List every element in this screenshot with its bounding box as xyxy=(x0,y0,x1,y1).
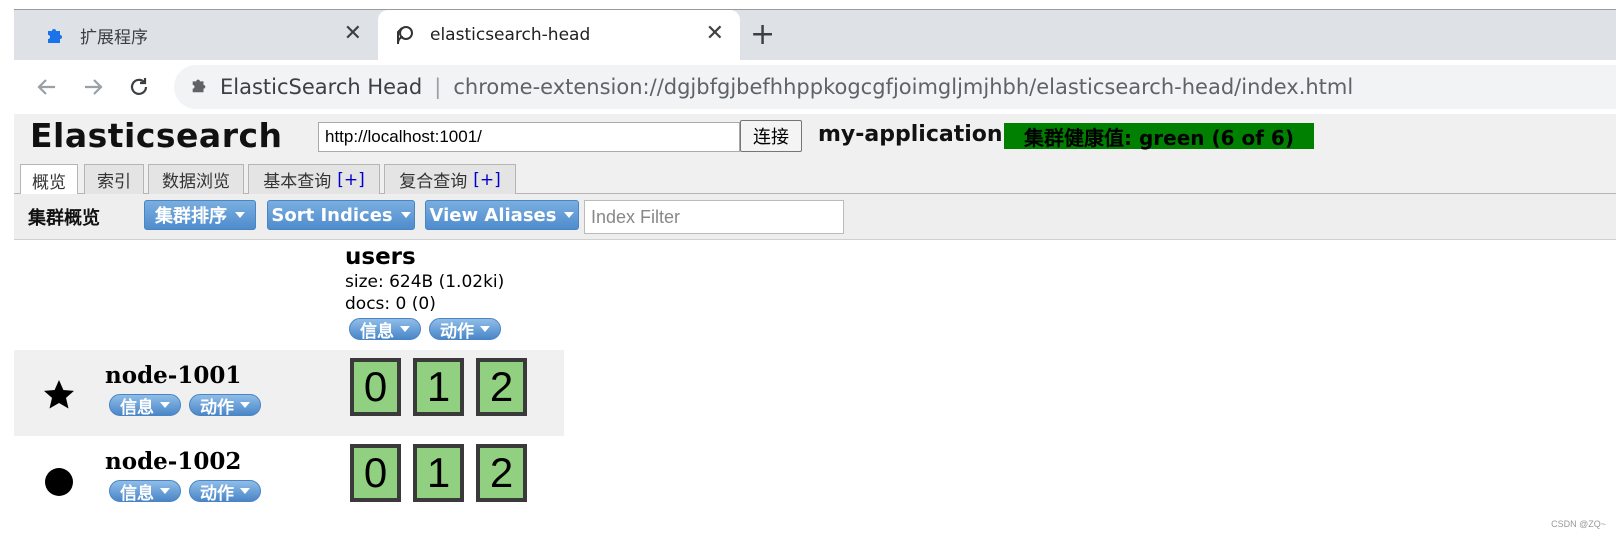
es-header: Elasticsearch 连接 my-application 集群健康值: g… xyxy=(14,114,1616,162)
shard[interactable]: 1 xyxy=(413,444,464,502)
back-arrow-icon[interactable] xyxy=(32,72,62,102)
button-label: 信息 xyxy=(360,321,394,342)
puzzle-icon xyxy=(44,24,66,46)
tab-plus: [+] xyxy=(337,169,365,190)
new-tab-icon[interactable]: + xyxy=(750,20,775,50)
shard-group: 0 1 2 xyxy=(350,444,527,502)
caret-down-icon xyxy=(564,212,575,218)
tab-label: 基本查询 xyxy=(263,172,332,192)
address-bar[interactable]: ElasticSearch Head | chrome-extension://… xyxy=(174,65,1616,109)
shard[interactable]: 0 xyxy=(350,444,401,502)
button-label: 信息 xyxy=(120,483,154,504)
tab-title: elasticsearch-head xyxy=(430,25,591,45)
browser-toolbar: ElasticSearch Head | chrome-extension://… xyxy=(14,60,1616,114)
sort-indices-button[interactable]: Sort Indices xyxy=(267,200,415,230)
browser-tab-elasticsearch-head[interactable]: elasticsearch-head ✕ xyxy=(378,10,740,60)
watermark: CSDN @ZQ~ xyxy=(1551,519,1606,529)
tab-overview[interactable]: 概览 xyxy=(20,164,78,195)
tab-data-browser[interactable]: 数据浏览 xyxy=(148,164,244,194)
index-info-button[interactable]: 信息 xyxy=(349,318,421,342)
server-url-input[interactable] xyxy=(318,122,740,152)
tab-label: 索引 xyxy=(97,172,131,192)
node-action-button[interactable]: 动作 xyxy=(189,480,261,504)
shard[interactable]: 2 xyxy=(476,358,527,416)
tab-plus: [+] xyxy=(473,169,501,190)
node-info-button[interactable]: 信息 xyxy=(109,394,181,418)
tab-label: 复合查询 xyxy=(399,172,468,192)
elasticsearch-head-icon xyxy=(394,24,416,46)
site-name: ElasticSearch Head xyxy=(220,75,423,99)
caret-down-icon xyxy=(480,326,490,332)
star-icon xyxy=(42,378,76,412)
overview-title: 集群概览 xyxy=(28,208,100,229)
button-label: 动作 xyxy=(200,483,234,504)
tab-indices[interactable]: 索引 xyxy=(84,164,144,194)
tab-label: 数据浏览 xyxy=(162,172,230,192)
tab-basic-query[interactable]: 基本查询 [+] xyxy=(248,164,380,194)
cluster-name: my-application xyxy=(818,122,1003,147)
browser-tab-extensions[interactable]: 扩展程序 ✕ xyxy=(14,10,378,60)
cluster-sort-button[interactable]: 集群排序 xyxy=(144,200,256,230)
close-icon[interactable]: ✕ xyxy=(344,23,362,45)
shard[interactable]: 1 xyxy=(413,358,464,416)
node-info-button[interactable]: 信息 xyxy=(109,480,181,504)
index-size: size: 624B (1.02ki) xyxy=(345,272,505,292)
tab-label: 概览 xyxy=(32,172,66,193)
caret-down-icon xyxy=(160,402,170,408)
node-name: node-1001 xyxy=(105,362,242,389)
button-label: 集群排序 xyxy=(155,206,227,227)
overview-toolbar: 集群概览 集群排序 Sort Indices View Aliases xyxy=(14,194,1616,240)
circle-icon xyxy=(42,464,76,498)
caret-down-icon xyxy=(235,212,245,218)
window-top-edge xyxy=(14,0,1616,10)
button-label: 信息 xyxy=(120,397,154,418)
close-icon[interactable]: ✕ xyxy=(706,23,724,45)
reload-icon[interactable] xyxy=(124,72,154,102)
caret-down-icon xyxy=(400,326,410,332)
url-text: chrome-extension://dgjbfgjbefhhppkogcgfj… xyxy=(453,75,1354,99)
index-filter-input[interactable] xyxy=(584,200,844,234)
shard[interactable]: 2 xyxy=(476,444,527,502)
button-label: Sort Indices xyxy=(271,204,393,226)
caret-down-icon xyxy=(240,488,250,494)
cluster-health-badge: 集群健康值: green (6 of 6) xyxy=(1004,123,1314,150)
extension-icon xyxy=(190,75,208,99)
index-docs: docs: 0 (0) xyxy=(345,294,436,314)
connect-button[interactable]: 连接 xyxy=(740,120,802,152)
tab-title: 扩展程序 xyxy=(80,27,148,48)
tab-compound-query[interactable]: 复合查询 [+] xyxy=(384,164,516,194)
index-column-header: users size: 624B (1.02ki) docs: 0 (0) 信息… xyxy=(345,244,505,342)
node-row: node-1002 信息 动作 0 1 2 xyxy=(14,436,564,522)
button-label: 动作 xyxy=(200,397,234,418)
node-row: node-1001 信息 动作 0 1 2 xyxy=(14,350,564,436)
browser-tab-strip: 扩展程序 ✕ elasticsearch-head ✕ + xyxy=(14,10,1616,60)
view-aliases-button[interactable]: View Aliases xyxy=(425,200,579,230)
caret-down-icon xyxy=(400,212,411,218)
separator: | xyxy=(434,75,442,99)
shard[interactable]: 0 xyxy=(350,358,401,416)
index-action-button[interactable]: 动作 xyxy=(429,318,501,342)
node-action-button[interactable]: 动作 xyxy=(189,394,261,418)
shard-group: 0 1 2 xyxy=(350,358,527,416)
caret-down-icon xyxy=(240,402,250,408)
button-label: 动作 xyxy=(440,321,474,342)
node-name: node-1002 xyxy=(105,448,242,475)
index-name: users xyxy=(345,244,416,270)
button-label: View Aliases xyxy=(429,204,557,226)
es-tab-bar: 概览 索引 数据浏览 基本查询 [+] 复合查询 [+] xyxy=(14,162,1616,195)
caret-down-icon xyxy=(160,488,170,494)
forward-arrow-icon[interactable] xyxy=(78,72,108,102)
page-title: Elasticsearch xyxy=(30,116,283,155)
